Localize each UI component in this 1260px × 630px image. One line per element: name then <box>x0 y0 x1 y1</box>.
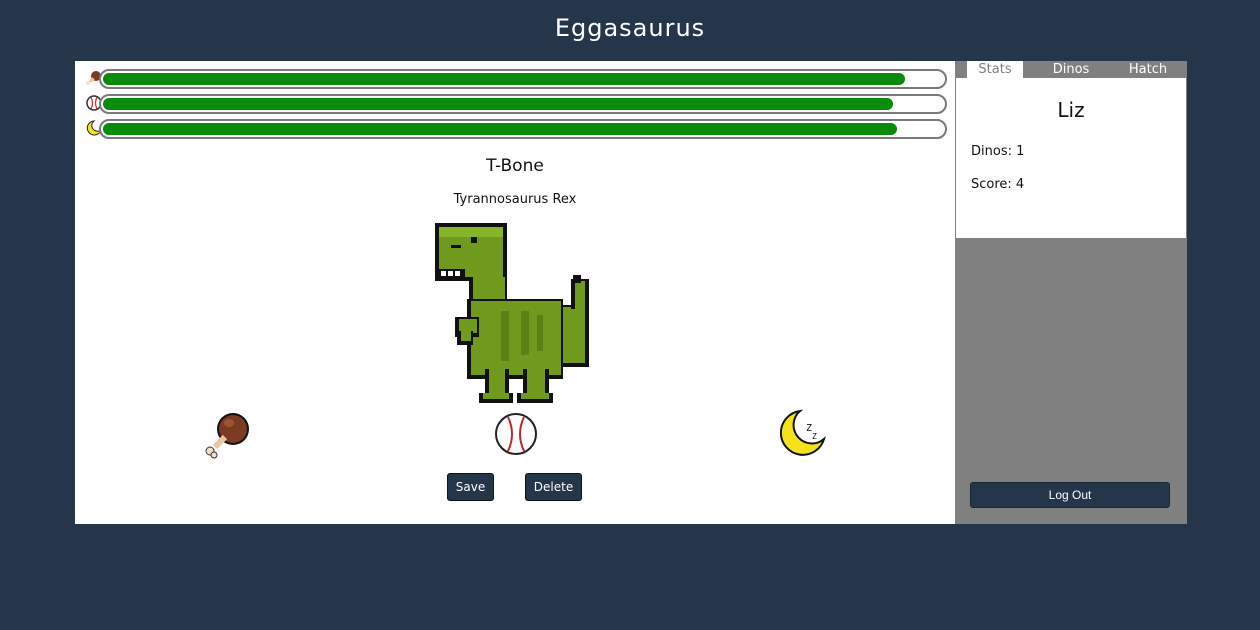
tab-stats[interactable]: Stats <box>967 61 1023 78</box>
user-name: Liz <box>1057 98 1085 122</box>
sleep-bar <box>85 119 947 139</box>
sidebar-tabs: Stats Dinos Hatch <box>955 61 1187 78</box>
sleep-bar-fill <box>103 123 897 135</box>
hunger-bar-fill <box>103 73 906 85</box>
dino-species: Tyrannosaurus Rex <box>453 192 577 207</box>
sleep-bar-track <box>99 119 947 139</box>
tab-dinos[interactable]: Dinos <box>1041 61 1101 78</box>
logout-button[interactable]: Log Out <box>970 482 1170 508</box>
hunger-bar-track <box>99 69 947 89</box>
dino-sprite <box>435 223 589 403</box>
hunger-bar <box>85 69 947 89</box>
score-count: Score: 4 <box>971 177 1025 192</box>
app-title: Eggasaurus <box>554 14 706 42</box>
stats-card: Liz Dinos: 1 Score: 4 <box>956 78 1186 238</box>
dino-panel: T-Bone Tyrannosaurus Rex Z Z Save Delete <box>75 61 955 524</box>
svg-text:Z: Z <box>812 432 817 441</box>
play-bar-track <box>99 94 947 114</box>
feed-drumstick-icon[interactable] <box>203 409 251 459</box>
save-button[interactable]: Save <box>447 473 494 501</box>
tab-hatch[interactable]: Hatch <box>1117 61 1179 78</box>
delete-button[interactable]: Delete <box>525 473 582 501</box>
play-bar-fill <box>103 98 893 110</box>
sleep-moon-icon[interactable]: Z Z <box>780 409 828 459</box>
dino-name: T-Bone <box>486 156 544 176</box>
dinos-count: Dinos: 1 <box>971 144 1025 159</box>
sidebar: Stats Dinos Hatch Liz Dinos: 1 Score: 4 … <box>955 61 1187 524</box>
play-baseball-icon[interactable] <box>494 412 538 456</box>
play-bar <box>85 94 947 114</box>
